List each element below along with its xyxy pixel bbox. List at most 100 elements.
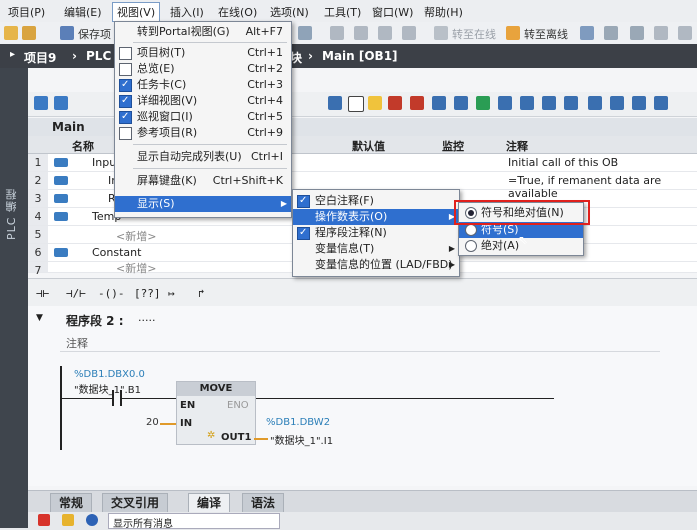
cross-ref-icon[interactable] bbox=[604, 26, 618, 40]
tab-general[interactable]: 常规 bbox=[50, 493, 93, 513]
go-to-prev-icon[interactable] bbox=[542, 96, 556, 110]
menu-help[interactable]: 帮助(H) bbox=[422, 4, 465, 20]
breadcrumb-block[interactable]: Main [OB1] bbox=[322, 49, 398, 63]
menu-item-task-cards[interactable]: 任务卡(C) Ctrl+3 bbox=[115, 77, 291, 93]
menu-item-autocomplete[interactable]: 显示自动完成列表(U) Ctrl+I bbox=[115, 149, 291, 165]
coil-icon[interactable]: -()- bbox=[98, 287, 125, 300]
new-project-icon[interactable] bbox=[4, 26, 18, 40]
menu-item-blank-comments[interactable]: 空白注释(F) bbox=[293, 193, 459, 209]
network-comment[interactable]: 注释 bbox=[60, 333, 660, 352]
breadcrumb-plc[interactable]: PLC bbox=[86, 49, 111, 63]
add-row-icon[interactable] bbox=[54, 96, 68, 110]
insert-row-icon[interactable] bbox=[34, 96, 48, 110]
insert-network-icon[interactable] bbox=[388, 96, 402, 110]
close-editor-icon[interactable] bbox=[678, 26, 692, 40]
open-project-icon[interactable] bbox=[22, 26, 36, 40]
menu-item-network-comments[interactable]: 程序段注释(N) bbox=[293, 225, 459, 241]
go-online-icon[interactable] bbox=[434, 26, 448, 40]
settings-icon[interactable] bbox=[654, 96, 668, 110]
move-instruction[interactable]: MOVE EN ENO IN OUT1 ✲ bbox=[176, 381, 256, 445]
row-comment[interactable]: Initial call of this OB bbox=[508, 156, 618, 169]
menu-view[interactable]: 视图(V) bbox=[112, 2, 161, 22]
menu-project[interactable]: 项目(P) bbox=[6, 4, 47, 20]
open-branch-icon[interactable]: ↦ bbox=[168, 287, 175, 300]
col-monitor[interactable]: 监控 bbox=[442, 138, 464, 154]
go-online-button[interactable]: 转至在线 bbox=[452, 26, 496, 42]
warning-icon[interactable] bbox=[62, 514, 74, 526]
favorites-list-icon[interactable] bbox=[610, 96, 624, 110]
menu-online[interactable]: 在线(O) bbox=[216, 4, 259, 20]
menu-item-details-view[interactable]: 详细视图(V) Ctrl+4 bbox=[115, 93, 291, 109]
col-name[interactable]: 名称 bbox=[72, 138, 94, 154]
menu-tools[interactable]: 工具(T) bbox=[322, 4, 363, 20]
stop-icon[interactable] bbox=[402, 26, 416, 40]
contact-address[interactable]: %DB1.DBX0.0 bbox=[74, 369, 145, 380]
network-comment-icon[interactable] bbox=[476, 96, 490, 110]
menu-options[interactable]: 选项(N) bbox=[268, 4, 311, 20]
split-editor-icon[interactable] bbox=[630, 26, 644, 40]
go-to-error-icon[interactable] bbox=[498, 96, 512, 110]
menu-edit[interactable]: 编辑(E) bbox=[62, 4, 104, 20]
simulate-icon[interactable] bbox=[378, 26, 392, 40]
add-new-row[interactable]: <新增> bbox=[116, 228, 156, 244]
menu-item-onscreen-keyboard[interactable]: 屏幕键盘(K) Ctrl+Shift+K bbox=[115, 173, 291, 189]
go-to-next-icon[interactable] bbox=[520, 96, 534, 110]
menu-item-portal[interactable]: 转到Portal视图(G) Alt+F7 bbox=[115, 24, 291, 40]
col-comment[interactable]: 注释 bbox=[506, 138, 528, 154]
favorites-icon[interactable] bbox=[368, 96, 382, 110]
close-branch-icon[interactable]: ↱ bbox=[198, 287, 205, 300]
message-filter-select[interactable]: 显示所有消息 bbox=[108, 513, 280, 530]
networks-expand-icon[interactable] bbox=[432, 96, 446, 110]
download-icon[interactable] bbox=[298, 26, 312, 40]
no-contact-icon[interactable]: ⊣⊢ bbox=[36, 287, 49, 300]
row-number: 1 bbox=[28, 154, 48, 171]
compile-icon[interactable] bbox=[330, 26, 344, 40]
breadcrumb-project[interactable]: 项目9 bbox=[24, 49, 56, 66]
col-default[interactable]: 默认值 bbox=[352, 138, 385, 154]
menu-item-overview[interactable]: 总览(E) Ctrl+2 bbox=[115, 61, 291, 77]
go-offline-icon[interactable] bbox=[506, 26, 520, 40]
menu-item-tag-information[interactable]: 变量信息(T) ▶ bbox=[293, 241, 459, 257]
add-new-row[interactable]: <新增> bbox=[116, 260, 156, 276]
update-call-icon[interactable] bbox=[564, 96, 578, 110]
menu-item-display[interactable]: 显示(S) ▶ bbox=[115, 196, 291, 212]
collapse-icon[interactable]: ▼ bbox=[36, 313, 43, 323]
in-value[interactable]: 20 bbox=[146, 417, 159, 428]
split-horizontal-icon[interactable] bbox=[654, 26, 668, 40]
upload-icon[interactable] bbox=[354, 26, 368, 40]
menu-item-reference-projects[interactable]: 参考项目(R) Ctrl+9 bbox=[115, 125, 291, 141]
out-address[interactable]: %DB1.DBW2 bbox=[266, 417, 330, 428]
menu-window[interactable]: 窗口(W) bbox=[370, 4, 415, 20]
networks-collapse-icon[interactable] bbox=[454, 96, 468, 110]
go-offline-button[interactable]: 转至离线 bbox=[524, 26, 568, 42]
sidebar-label[interactable]: PLC 编程 bbox=[4, 188, 20, 240]
main-toolbar: 保存项 转至在线 转至离线 bbox=[0, 22, 697, 45]
network-title-field[interactable]: ..... bbox=[138, 311, 155, 324]
save-project-button[interactable]: 保存项 bbox=[78, 26, 111, 42]
menu-item-project-tree[interactable]: 项目树(T) Ctrl+1 bbox=[115, 45, 291, 61]
network-title[interactable]: 程序段 2 : bbox=[66, 312, 124, 329]
error-icon[interactable] bbox=[38, 514, 50, 526]
contact-symbol[interactable]: "数据块_1".B1 bbox=[74, 381, 141, 396]
glasses-icon[interactable] bbox=[632, 96, 646, 110]
tab-syntax[interactable]: 语法 bbox=[242, 493, 285, 513]
save-icon[interactable] bbox=[60, 26, 74, 40]
accessible-devices-icon[interactable] bbox=[580, 26, 594, 40]
info-icon[interactable] bbox=[86, 514, 98, 526]
monitor-icon[interactable] bbox=[588, 96, 602, 110]
menu-item-inspector[interactable]: 巡视窗口(I) Ctrl+5 bbox=[115, 109, 291, 125]
menu-item-operand-representation[interactable]: 操作数表示(O) ▶ bbox=[293, 209, 459, 225]
row-name[interactable]: Constant bbox=[92, 246, 141, 259]
menu-insert[interactable]: 插入(I) bbox=[168, 4, 206, 20]
absolute-operands-icon[interactable] bbox=[348, 96, 364, 112]
out-symbol[interactable]: "数据块_1".I1 bbox=[270, 432, 333, 447]
block-interface-icon[interactable] bbox=[328, 96, 342, 110]
tab-compile[interactable]: 编译 bbox=[188, 493, 231, 512]
tab-cross-reference[interactable]: 交叉引用 bbox=[102, 493, 169, 513]
in-pin: IN bbox=[180, 418, 193, 429]
comment-text[interactable]: 注释 bbox=[66, 335, 88, 351]
menu-item-tag-info-position[interactable]: 变量信息的位置 (LAD/FBD) ▶ bbox=[293, 257, 459, 273]
nc-contact-icon[interactable]: ⊣/⊢ bbox=[66, 287, 86, 300]
empty-box-icon[interactable]: [??] bbox=[134, 287, 161, 300]
delete-network-icon[interactable] bbox=[410, 96, 424, 110]
